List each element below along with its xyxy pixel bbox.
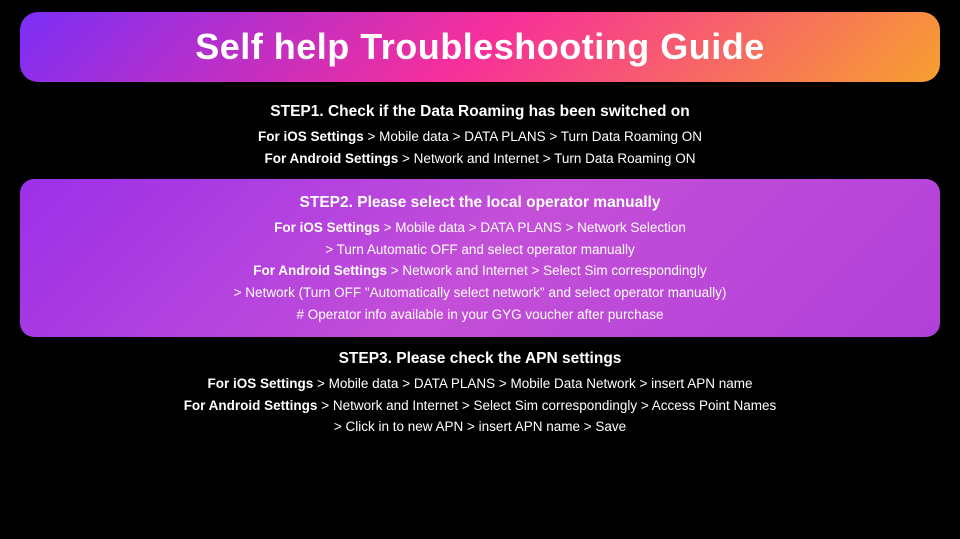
step-2-line-4: > Network (Turn OFF "Automatically selec…: [40, 282, 920, 304]
step-3-line-2: For Android Settings > Network and Inter…: [20, 395, 940, 417]
step-3-line-1: For iOS Settings > Mobile data > DATA PL…: [20, 373, 940, 395]
main-title: Self help Troubleshooting Guide: [195, 26, 765, 67]
step-2-line-3: For Android Settings > Network and Inter…: [40, 260, 920, 282]
step-2-line-1: For iOS Settings > Mobile data > DATA PL…: [40, 217, 920, 239]
title-banner: Self help Troubleshooting Guide: [20, 12, 940, 82]
step-block-2: STEP2. Please select the local operator …: [20, 179, 940, 337]
step-block-1: STEP1. Check if the Data Roaming has bee…: [20, 100, 940, 169]
step-title-1: STEP1. Check if the Data Roaming has bee…: [20, 100, 940, 124]
step-2-line-5: # Operator info available in your GYG vo…: [40, 304, 920, 326]
step-title-3: STEP3. Please check the APN settings: [20, 347, 940, 371]
step-block-3: STEP3. Please check the APN settingsFor …: [20, 347, 940, 438]
step-3-line-3: > Click in to new APN > insert APN name …: [20, 416, 940, 438]
step-1-line-1: For iOS Settings > Mobile data > DATA PL…: [20, 126, 940, 148]
step-2-line-2: > Turn Automatic OFF and select operator…: [40, 239, 920, 261]
step-1-line-2: For Android Settings > Network and Inter…: [20, 148, 940, 170]
step-title-2: STEP2. Please select the local operator …: [40, 191, 920, 215]
steps-container: STEP1. Check if the Data Roaming has bee…: [20, 100, 940, 438]
